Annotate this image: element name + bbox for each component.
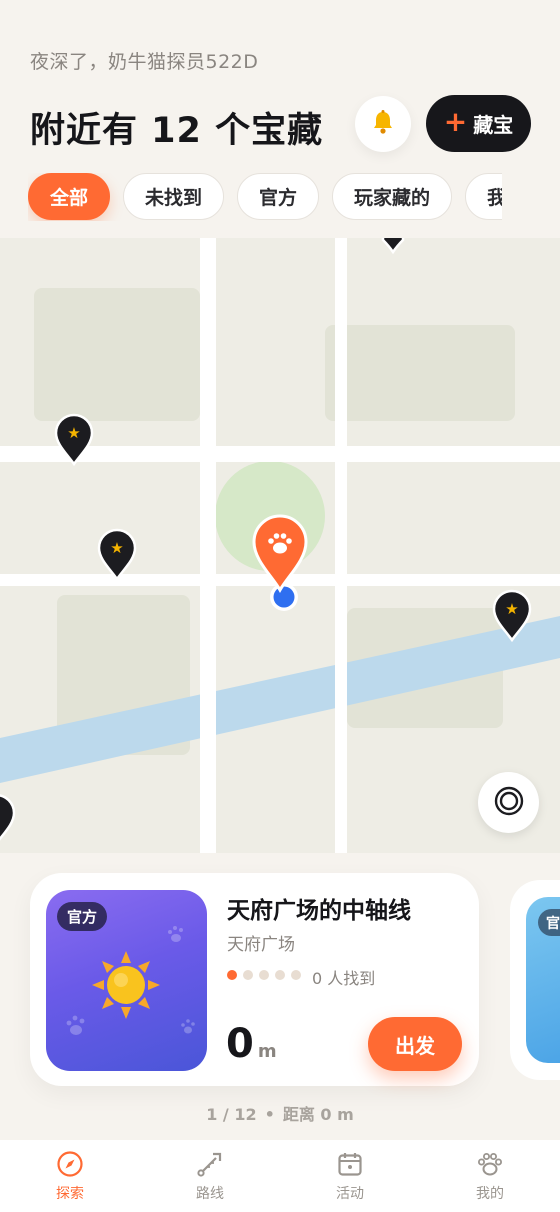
hide-treasure-label: 藏宝: [473, 113, 514, 137]
progress-dot: [275, 970, 285, 980]
progress-dot: [291, 970, 301, 980]
pager-index: 1 / 12: [206, 1105, 257, 1124]
road: [335, 238, 347, 853]
next-treasure-card[interactable]: 官: [510, 880, 560, 1080]
city-block: [325, 325, 515, 421]
svg-text:★: ★: [67, 424, 80, 442]
distance-unit: m: [257, 1041, 277, 1062]
filter-chip-player-hidden[interactable]: 玩家藏的: [332, 173, 453, 220]
hide-treasure-button[interactable]: + 藏宝: [426, 95, 531, 152]
sun-icon: [92, 951, 160, 1019]
tab-label: 我的: [476, 1186, 504, 1202]
route-icon: [195, 1149, 225, 1179]
notifications-button[interactable]: [355, 96, 411, 152]
distance-value: 0: [226, 1021, 254, 1067]
bottom-tab-bar: 探索 路线 活动 我的: [0, 1140, 560, 1212]
tab-label: 路线: [196, 1186, 224, 1202]
compass-icon: [55, 1149, 85, 1179]
filter-chip-all[interactable]: 全部: [28, 173, 111, 220]
tab-events[interactable]: 活动: [280, 1140, 420, 1212]
road: [200, 238, 216, 853]
distance-readout: 0 m: [226, 1021, 277, 1067]
progress-dot: [227, 970, 237, 980]
locate-me-button[interactable]: [478, 772, 539, 833]
calendar-icon: [335, 1149, 365, 1179]
treasure-card[interactable]: 官方 天府广场的中轴线 天府广场 0 人找到 0 m 出发: [30, 873, 479, 1086]
treasure-thumbnail: 官方: [46, 890, 207, 1071]
tab-label: 探索: [56, 1186, 84, 1202]
find-progress-dots: [227, 970, 301, 980]
found-count: 0 人找到: [312, 969, 376, 988]
greeting-text: 夜深了，奶牛猫探员522D: [30, 51, 259, 73]
paw-icon: [475, 1149, 505, 1179]
pager-separator: •: [264, 1105, 275, 1124]
filter-chips: 全部 未找到 官方 玩家藏的 我: [28, 173, 502, 221]
filter-chip-official[interactable]: 官方: [237, 173, 320, 220]
tab-routes[interactable]: 路线: [140, 1140, 280, 1212]
bell-icon: [369, 108, 397, 140]
card-pager: 1 / 12 • 距离 0 m: [0, 1101, 560, 1125]
treasure-title: 天府广场的中轴线: [227, 898, 411, 924]
treasure-location: 天府广场: [227, 935, 295, 955]
svg-text:★: ★: [110, 539, 123, 557]
plus-icon: +: [443, 105, 468, 138]
city-block: [34, 288, 200, 421]
treasure-map[interactable]: ★ ★ ★: [0, 238, 560, 853]
go-button[interactable]: 出发: [368, 1017, 462, 1071]
pager-distance: 距离 0 m: [282, 1105, 354, 1124]
filter-chip-not-found[interactable]: 未找到: [123, 173, 225, 220]
page-title: 附近有 12 个宝藏: [30, 111, 324, 151]
tab-me[interactable]: 我的: [420, 1140, 560, 1212]
filter-chip-mine[interactable]: 我: [465, 173, 502, 220]
progress-dot: [259, 970, 269, 980]
official-badge: 官: [538, 909, 560, 936]
svg-text:★: ★: [505, 600, 518, 618]
tab-label: 活动: [336, 1186, 364, 1202]
progress-dot: [243, 970, 253, 980]
tab-explore[interactable]: 探索: [0, 1140, 140, 1212]
target-icon: [494, 786, 524, 820]
app-screen: 夜深了，奶牛猫探员522D 附近有 12 个宝藏 + 藏宝 全部 未找到 官方 …: [0, 0, 560, 1212]
